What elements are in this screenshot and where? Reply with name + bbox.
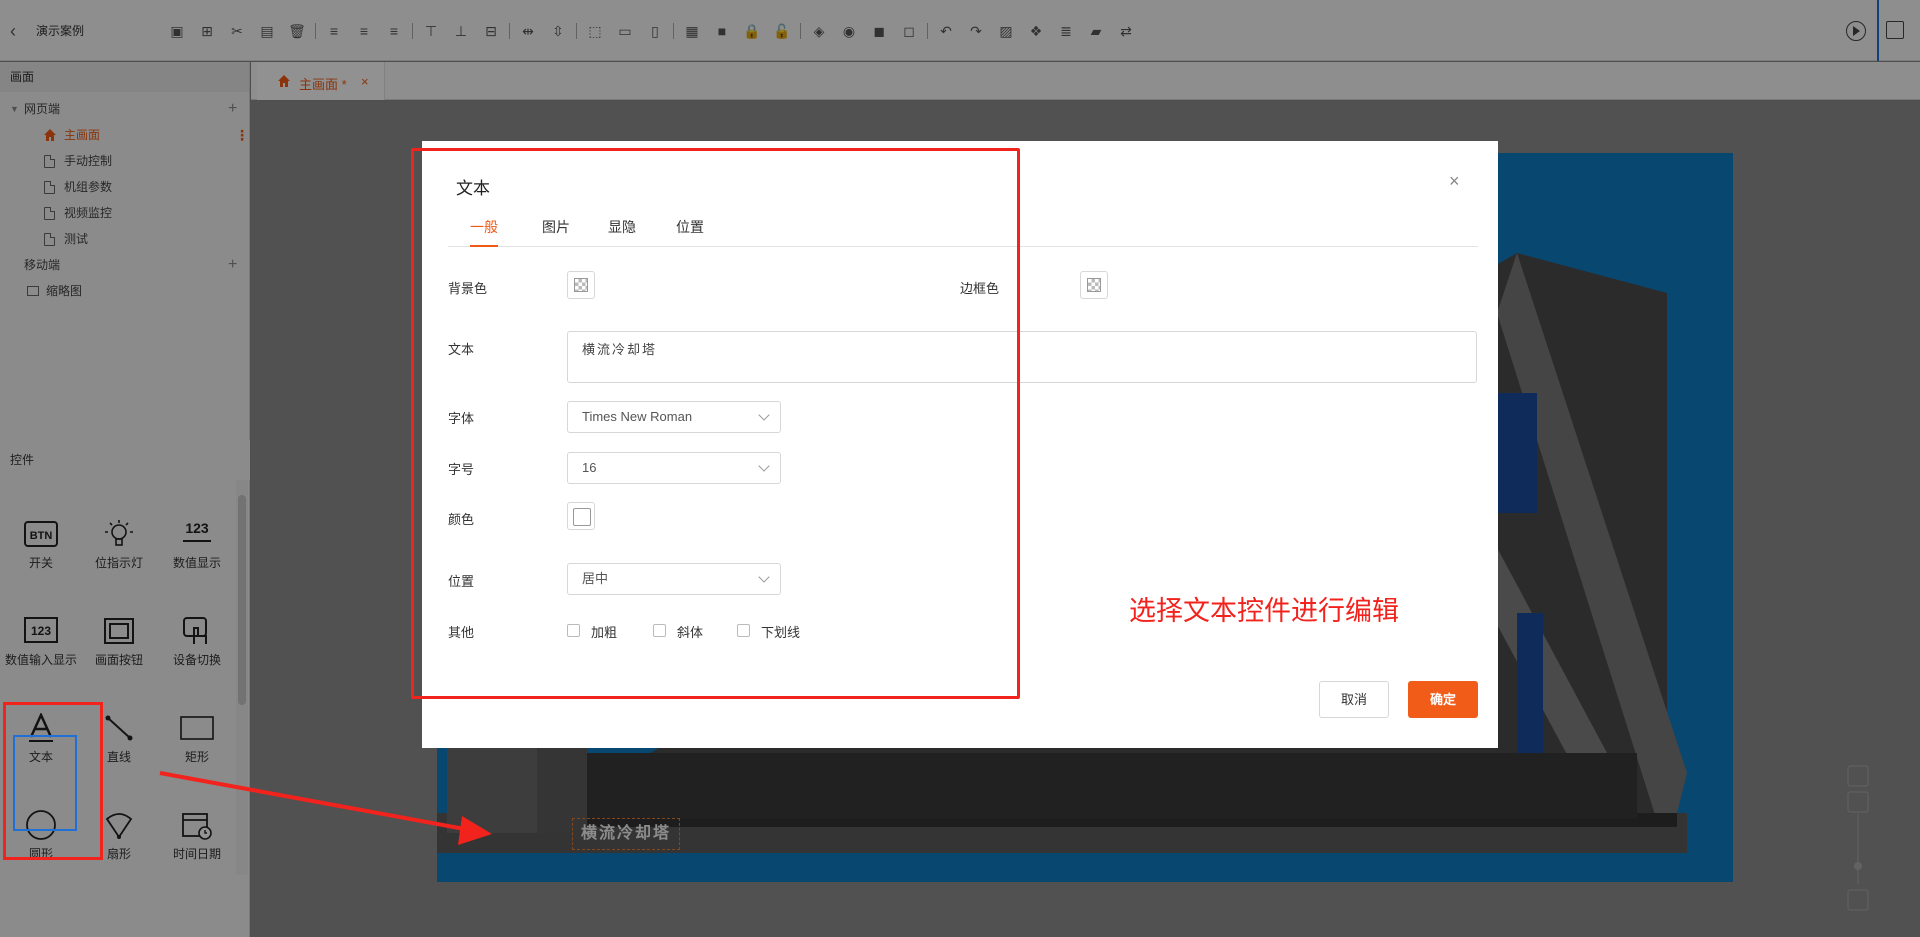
transparent-swatch-icon <box>1087 278 1101 292</box>
annotation-highlight-box <box>411 148 1020 699</box>
confirm-button[interactable]: 确定 <box>1408 681 1478 718</box>
border-color-picker[interactable] <box>1080 271 1108 299</box>
selected-control-outline <box>13 735 77 831</box>
cancel-button[interactable]: 取消 <box>1319 681 1389 718</box>
close-icon[interactable]: × <box>1449 171 1460 192</box>
annotation-caption: 选择文本控件进行编辑 <box>1129 596 1399 627</box>
